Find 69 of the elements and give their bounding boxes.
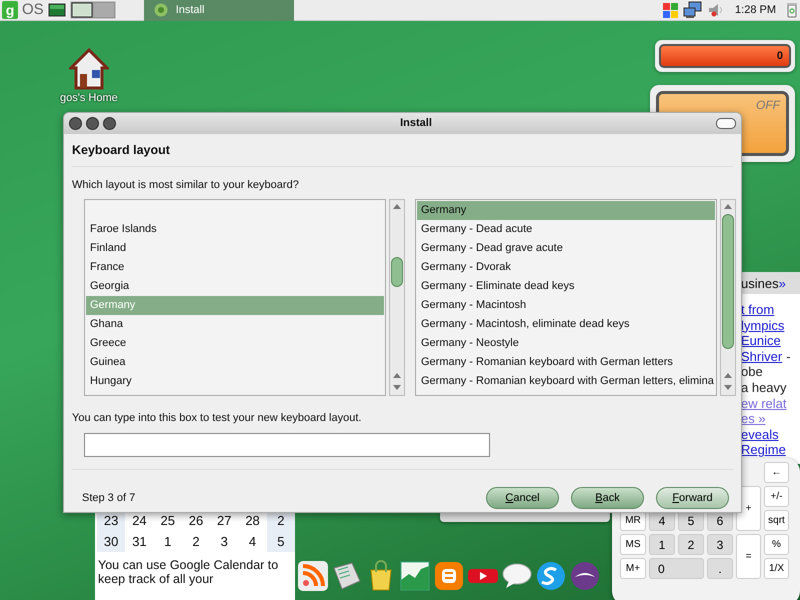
calculator-key[interactable]: sqrt (764, 510, 789, 531)
list-item[interactable]: Germany (417, 201, 715, 220)
calculator-key[interactable]: 0 (649, 558, 704, 579)
calculator-key[interactable]: = (736, 534, 761, 579)
list-item[interactable]: Hungary (86, 372, 384, 392)
question-label: Which layout is most similar to your keyboard? (71, 178, 300, 193)
window-title: Install (399, 116, 433, 132)
calendar-day[interactable]: 25 (154, 510, 182, 531)
list-item[interactable]: Germany - Dvorak (417, 258, 715, 278)
headline-link[interactable]: ew relat (741, 396, 787, 411)
calendar-day[interactable]: 3 (210, 531, 238, 552)
news-text: obe (741, 364, 763, 380)
calculator-key[interactable]: 3 (707, 534, 733, 555)
calendar-day[interactable]: 24 (125, 510, 154, 531)
wizard-button[interactable]: Back (571, 486, 644, 509)
wizard-button[interactable]: Forward (656, 486, 729, 509)
list-item[interactable]: Germany - Eliminate dead keys (417, 277, 715, 296)
headline-link[interactable]: Regime (741, 442, 786, 458)
list-item[interactable]: Georgia (86, 277, 384, 296)
page-heading: Keyboard layout (71, 142, 171, 159)
calculator-key[interactable]: 1 (649, 534, 675, 555)
calculator-key[interactable]: 2 (678, 534, 704, 555)
calculator-key[interactable]: . (707, 558, 733, 579)
calculator-key[interactable]: % (764, 534, 789, 555)
calendar-day[interactable]: 30 (97, 531, 126, 552)
calendar-day[interactable]: 31 (125, 531, 154, 552)
calculator-key[interactable]: M+ (620, 558, 646, 579)
calendar-day[interactable]: 5 (266, 531, 295, 552)
news-text: - (786, 348, 791, 364)
clock[interactable]: 1:28 PM (735, 2, 776, 18)
calculator-key[interactable]: +/- (764, 486, 789, 507)
list-item[interactable]: Finland (86, 239, 384, 258)
list-item[interactable]: Germany - Dead grave acute (417, 239, 715, 258)
wizard-button[interactable]: Cancel (486, 486, 559, 509)
calendar-day[interactable]: 1 (154, 531, 182, 552)
calendar-day[interactable]: 28 (238, 510, 267, 531)
calculator-key[interactable]: ← (764, 462, 789, 483)
calculator-key[interactable]: MS (620, 534, 646, 555)
list-item[interactable]: Germany - Romanian keyboard with German letters, elimina (417, 372, 715, 392)
step-label: Step 3 of 7 (82, 490, 136, 506)
calculator-key[interactable]: 1/X (764, 558, 789, 579)
headline-link[interactable]: Shriver (741, 348, 782, 364)
news-tab[interactable]: usines (741, 276, 779, 291)
list-item[interactable]: Germany - Macintosh (417, 296, 715, 316)
calendar-day[interactable]: 2 (182, 531, 210, 552)
list-item[interactable]: Faroe Islands (86, 220, 384, 240)
hint-label: You can type into this box to test your new keyboard layout. (71, 411, 362, 426)
headline-link[interactable]: lympics (741, 318, 784, 333)
calendar-day[interactable]: 26 (182, 510, 210, 531)
list-item[interactable]: Germany - Romanian keyboard with German letters (417, 353, 715, 372)
list-item[interactable]: Germany - Dead acute (417, 220, 715, 240)
calendar-day[interactable]: 27 (210, 510, 238, 531)
headline-link[interactable]: es » (741, 411, 766, 426)
list-item[interactable]: Guinea (86, 353, 384, 372)
news-text: a heavy (741, 380, 787, 395)
list-item[interactable]: Germany - Macintosh, eliminate dead keys (417, 315, 715, 334)
more-link[interactable]: » (778, 276, 786, 291)
layout-list[interactable]: Faroe Islands Finland France Georgia Germany Ghana Greece Guinea Hungary (84, 199, 386, 396)
calendar-day[interactable]: 4 (238, 531, 267, 552)
list-item[interactable]: France (86, 258, 384, 278)
list-item[interactable]: Greece (86, 334, 384, 354)
taskbar-button[interactable]: Install (144, 0, 294, 20)
calendar-note: You can use Google Calendar to keep track of all your (97, 557, 280, 586)
headline-link[interactable]: eveals (741, 426, 779, 442)
list-item[interactable]: Ghana (86, 315, 384, 334)
meter-reading: 0 (659, 44, 791, 68)
list-item[interactable]: Germany - Neostyle (417, 334, 715, 354)
logo-text: OS (22, 0, 44, 20)
headline-link[interactable]: Eunice (741, 333, 781, 348)
